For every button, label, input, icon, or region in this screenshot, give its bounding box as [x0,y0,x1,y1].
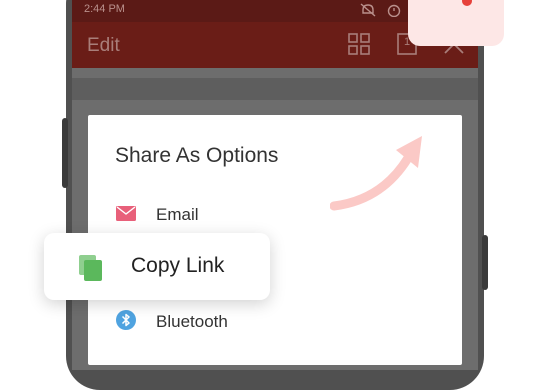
bluetooth-icon [116,310,136,335]
share-option-label: Bluetooth [156,312,228,331]
notification-card [408,0,504,46]
copy-icon [79,255,103,286]
app-bar-title: Edit [87,35,120,56]
status-time: 2:44 PM [84,3,125,15]
phone-volume-button [62,118,68,188]
pointer-arrow-icon [330,136,422,211]
share-option-label: Email [156,205,199,224]
share-option-bluetooth[interactable]: Bluetooth [116,310,356,334]
email-icon [116,206,136,226]
phone-power-button [482,235,488,290]
copy-link-button[interactable]: Copy Link [44,233,270,300]
mute-icon [360,3,376,20]
share-option-email[interactable]: Email [116,203,356,227]
copy-link-label: Copy Link [131,254,225,277]
dialog-title: Share As Options [115,144,279,167]
toolbar-shade [72,78,478,100]
alarm-icon [386,3,402,20]
grid-icon[interactable] [348,33,370,60]
